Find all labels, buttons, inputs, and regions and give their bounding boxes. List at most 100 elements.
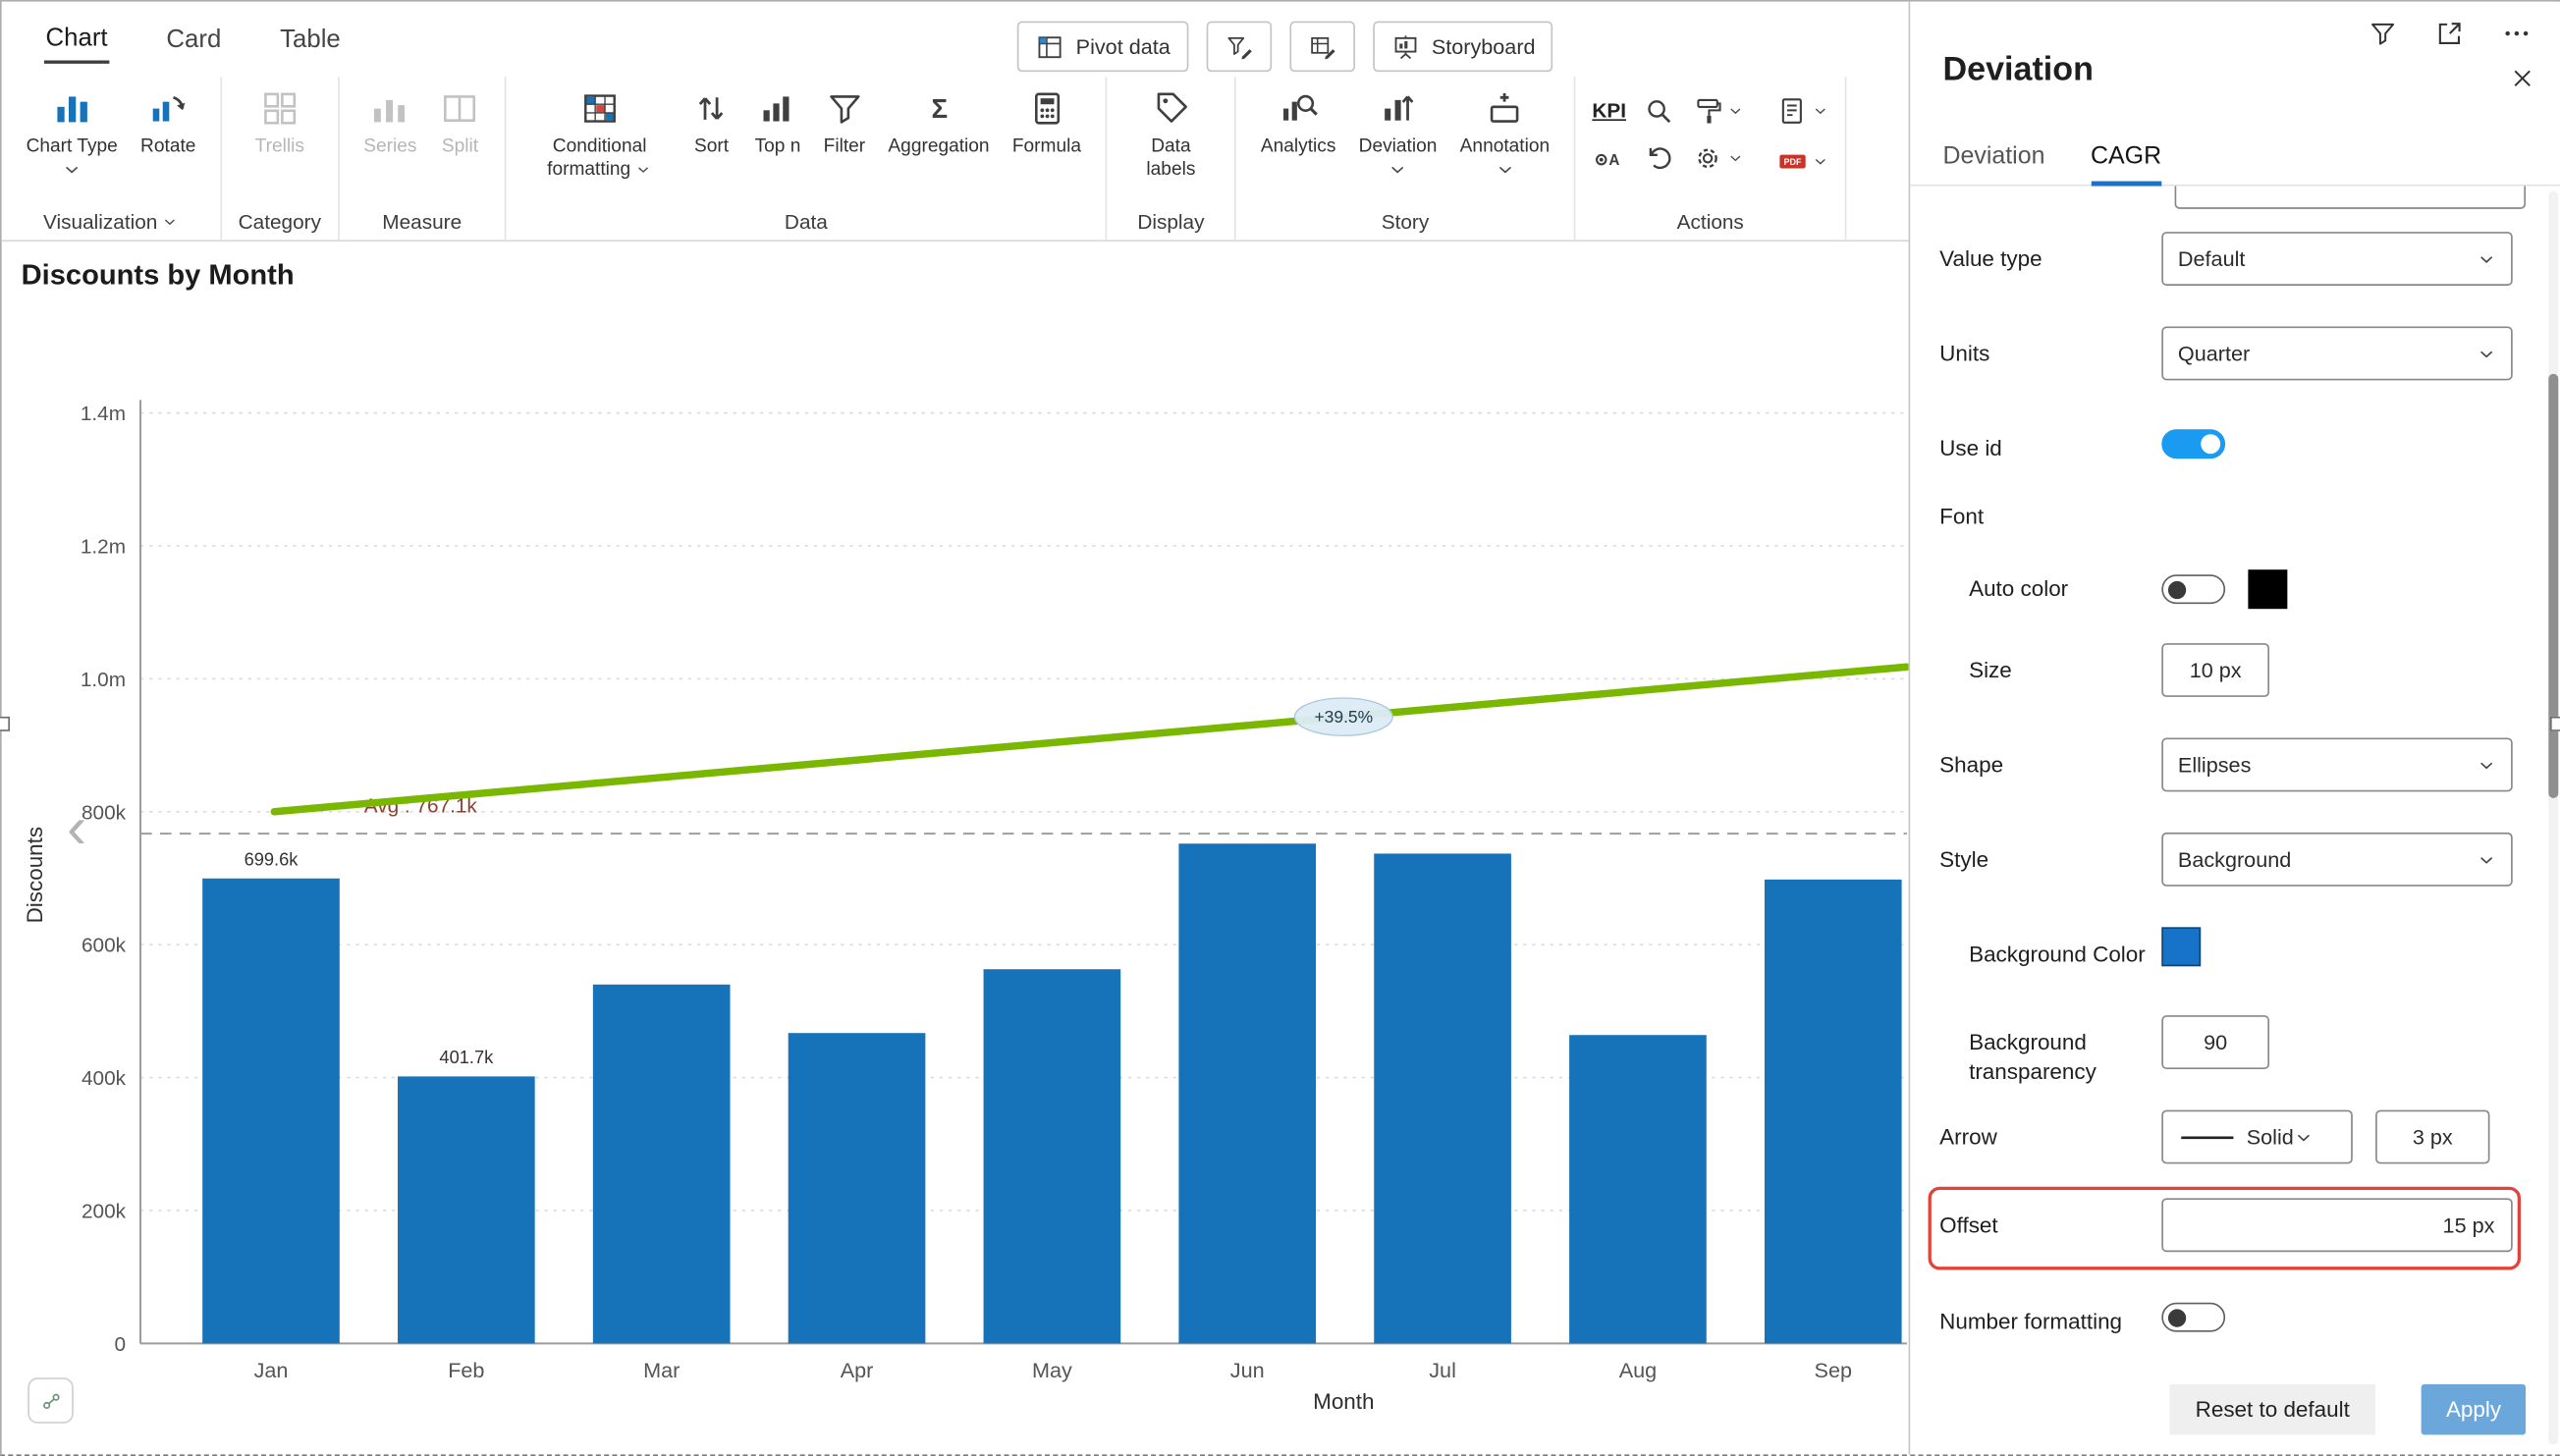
- ribbon-button-conditional-formatting[interactable]: Conditional formatting: [522, 83, 676, 183]
- y-tick-label: 0: [114, 1333, 126, 1356]
- popout-button[interactable]: [2434, 18, 2466, 49]
- selection-handle-right[interactable]: [2550, 717, 2560, 731]
- funnel-pencil-button[interactable]: [1206, 22, 1272, 73]
- ribbon-group-story: AnalyticsDeviationAnnotationStory: [1236, 77, 1576, 240]
- bar-may[interactable]: [984, 969, 1121, 1343]
- chevron-down-icon: [2477, 849, 2496, 869]
- bar-jul[interactable]: [1374, 853, 1511, 1343]
- report-button[interactable]: [1776, 94, 1828, 127]
- pivot-icon: [1035, 31, 1064, 61]
- close-icon: [2508, 64, 2537, 93]
- shape-dropdown[interactable]: Ellipses: [2161, 737, 2512, 791]
- close-button[interactable]: [2508, 64, 2537, 93]
- menu-tab-table[interactable]: Table: [278, 17, 342, 63]
- ribbon-button-data-labels[interactable]: Data labels: [1123, 83, 1218, 183]
- chevron-down-icon: [635, 162, 652, 179]
- panel-tab-cagr[interactable]: CAGR: [2091, 138, 2161, 186]
- brush-button[interactable]: [1692, 94, 1744, 127]
- arrow-style-dropdown[interactable]: Solid: [2161, 1110, 2353, 1164]
- undo-button[interactable]: [1643, 142, 1675, 175]
- grid-pencil-icon: [1307, 31, 1336, 61]
- sort-icon: [691, 88, 733, 130]
- units-dropdown[interactable]: Quarter: [2161, 327, 2512, 381]
- pivot-data-button[interactable]: Pivot data: [1017, 22, 1188, 73]
- gear-button[interactable]: [1692, 142, 1744, 175]
- panel-row-style: StyleBackground: [1910, 833, 2550, 927]
- ribbon-button-analytics[interactable]: Analytics: [1253, 83, 1344, 159]
- bar-aug[interactable]: [1569, 1035, 1707, 1343]
- cagr-trend-line[interactable]: [274, 667, 1907, 812]
- bar-mar[interactable]: [593, 985, 731, 1344]
- x-tick-label: Apr: [841, 1358, 874, 1382]
- storyboard-button[interactable]: Storyboard: [1373, 22, 1553, 73]
- ribbon-button-deviation[interactable]: Deviation: [1350, 83, 1444, 181]
- value-type-dropdown[interactable]: Default: [2161, 232, 2512, 286]
- auto-color-swatch[interactable]: [2248, 569, 2287, 609]
- rotate-icon: [147, 88, 189, 130]
- background-color-swatch[interactable]: [2161, 927, 2201, 966]
- ribbon-button-label: Chart Type: [27, 135, 118, 159]
- selection-handle-left[interactable]: [0, 717, 10, 731]
- properties-panel: Deviation DeviationCAGR Value typeDefaul…: [1909, 2, 2560, 1455]
- size-input[interactable]: 10 px: [2161, 643, 2269, 697]
- ribbon-button-annotation[interactable]: Annotation: [1451, 83, 1557, 181]
- panel-label-arrow: Arrow: [1939, 1110, 2161, 1152]
- kpi-button[interactable]: KPI: [1592, 99, 1626, 122]
- ribbon-button-chart-type[interactable]: Chart Type: [18, 83, 126, 181]
- bar-jun[interactable]: [1178, 843, 1316, 1343]
- panel-scrollbar-thumb[interactable]: [2548, 374, 2558, 798]
- offset-input[interactable]: 15 px: [2161, 1198, 2512, 1252]
- pdf-button[interactable]: PDF: [1776, 145, 1828, 178]
- grid-pencil-button[interactable]: [1289, 22, 1355, 73]
- x-tick-label: Jan: [254, 1358, 289, 1382]
- ribbon-button-rotate[interactable]: Rotate: [133, 83, 204, 159]
- scale-wrapper: 0200k400k600k800k1.0m1.2m1.4mJan699.6kFe…: [0, 0, 2560, 1456]
- bar-sep[interactable]: [1765, 880, 1902, 1343]
- dots-button[interactable]: [2501, 18, 2533, 49]
- dropdown-value: Quarter: [2178, 341, 2477, 365]
- clipped-control[interactable]: [2175, 187, 2526, 209]
- ribbon-button-filter[interactable]: Filter: [815, 83, 873, 159]
- ribbon-button-aggregation[interactable]: ΣAggregation: [880, 83, 998, 159]
- ribbon-group-label-visualization[interactable]: Visualization: [43, 205, 179, 240]
- panel-label-auto-color: Auto color: [1939, 562, 2161, 603]
- reset-to-default-button[interactable]: Reset to default: [2169, 1384, 2375, 1435]
- y-tick-label: 600k: [82, 935, 127, 957]
- ribbon-button-label: Split: [442, 135, 478, 159]
- magnifier-button[interactable]: [1643, 94, 1675, 127]
- menu-tab-card[interactable]: Card: [165, 17, 223, 63]
- ribbon-button-top-n[interactable]: Top n: [746, 83, 808, 159]
- background-transparency-input[interactable]: 90: [2161, 1015, 2269, 1069]
- chevron-down-icon: [2477, 344, 2496, 363]
- chevron-down-icon: [1727, 103, 1744, 120]
- ribbon-group-visualization: Chart Type Rotate Visualization: [2, 77, 222, 240]
- ribbon-group-category: TrellisCategory: [222, 77, 339, 240]
- ribbon-button-formula[interactable]: Formula: [1005, 83, 1090, 159]
- carousel-prev-icon[interactable]: ‹: [67, 798, 86, 857]
- ribbon-button-label: Formula: [1012, 135, 1081, 159]
- bar-apr[interactable]: [789, 1033, 926, 1343]
- kpi-label: KPI: [1592, 99, 1626, 122]
- panel-footer: Reset to default Apply: [2169, 1384, 2526, 1435]
- number-formatting-toggle[interactable]: [2161, 1303, 2225, 1332]
- ribbon-button-label: Rotate: [140, 135, 195, 159]
- ribbon-button-sort[interactable]: Sort: [682, 83, 739, 159]
- link-badge-icon[interactable]: [27, 1377, 74, 1424]
- highlight-a-button[interactable]: A: [1592, 142, 1626, 175]
- dropdown-value: Background: [2178, 847, 2477, 872]
- bar-jan[interactable]: [202, 879, 340, 1344]
- toggle-knob: [2200, 434, 2219, 454]
- chevron-down-icon: [1389, 161, 1408, 181]
- ribbon-button-label: Deviation: [1359, 135, 1438, 159]
- cagr-label: +39.5%: [1314, 707, 1373, 727]
- bar-feb[interactable]: [398, 1076, 535, 1343]
- auto-color-toggle[interactable]: [2161, 574, 2225, 604]
- use-id-toggle[interactable]: [2161, 429, 2225, 458]
- style-dropdown[interactable]: Background: [2161, 833, 2512, 887]
- panel-row-font: Font: [1910, 496, 2550, 562]
- apply-button[interactable]: Apply: [2422, 1384, 2526, 1435]
- panel-tab-deviation[interactable]: Deviation: [1942, 138, 2044, 186]
- funnel-button[interactable]: [2368, 18, 2399, 49]
- menu-tab-chart[interactable]: Chart: [44, 15, 109, 64]
- arrow-size-input[interactable]: 3 px: [2375, 1110, 2489, 1164]
